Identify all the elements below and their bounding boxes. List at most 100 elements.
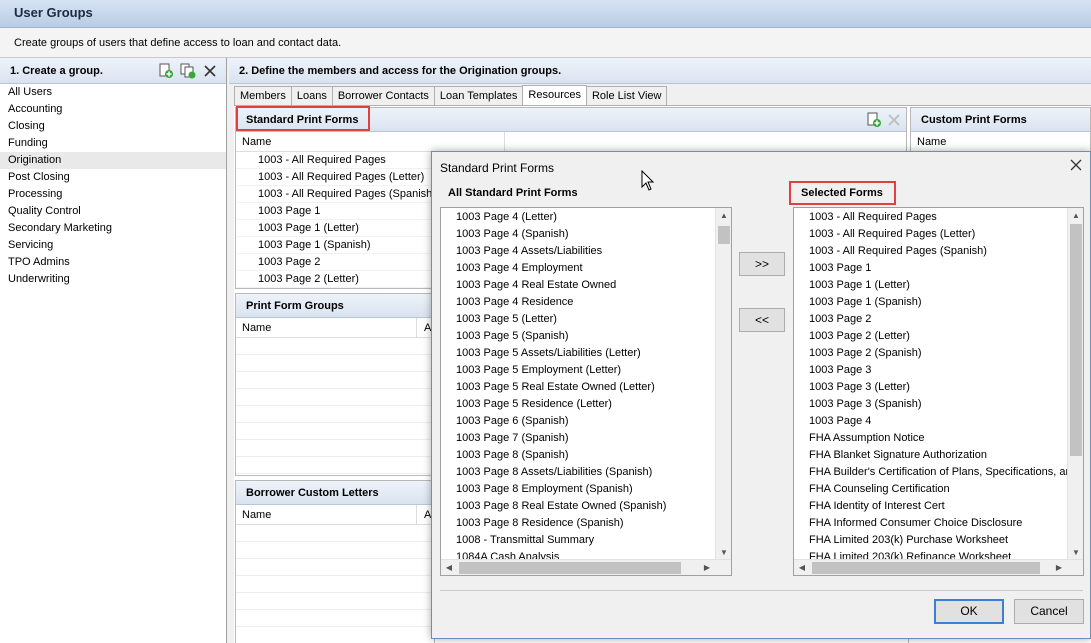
scroll-right-icon[interactable]: ▶ [1051, 560, 1067, 575]
list-item[interactable]: FHA Informed Consumer Choice Disclosure [794, 515, 1083, 532]
column-name: Name [242, 322, 272, 334]
list-item[interactable]: 1003 Page 4 (Spanish) [441, 226, 731, 243]
group-list-item[interactable]: Closing [0, 118, 226, 135]
all-forms-listbox[interactable]: 1003 Page 4 (Letter) 1003 Page 4 (Spanish… [440, 207, 732, 576]
scroll-thumb[interactable] [459, 562, 681, 574]
group-list-item[interactable]: Underwriting [0, 271, 226, 288]
standard-print-forms-column-header[interactable]: Name [236, 132, 906, 152]
close-icon[interactable] [1068, 157, 1084, 173]
tab-loans[interactable]: Loans [290, 86, 333, 105]
scroll-thumb[interactable] [812, 562, 1040, 574]
add-button[interactable]: >> [739, 252, 785, 276]
list-item[interactable]: 1003 Page 1 (Letter) [794, 277, 1083, 294]
remove-button[interactable]: << [739, 308, 785, 332]
vertical-scrollbar[interactable]: ▲ ▼ [715, 208, 731, 561]
list-item[interactable]: 1003 Page 3 (Letter) [794, 379, 1083, 396]
list-item[interactable]: 1003 Page 2 (Spanish) [794, 345, 1083, 362]
scroll-up-icon[interactable]: ▲ [716, 208, 731, 224]
copy-group-icon[interactable] [180, 63, 196, 79]
description-text: Create groups of users that define acces… [14, 37, 342, 49]
add-form-icon[interactable] [866, 112, 882, 128]
list-item[interactable]: 1003 Page 4 Assets/Liabilities [441, 243, 731, 260]
list-item[interactable]: 1003 Page 4 (Letter) [441, 209, 731, 226]
remove-form-icon[interactable] [886, 112, 902, 128]
list-item[interactable]: 1003 Page 5 Real Estate Owned (Letter) [441, 379, 731, 396]
list-item[interactable]: 1003 Page 8 Employment (Spanish) [441, 481, 731, 498]
window-title: User Groups [14, 5, 93, 20]
ok-button[interactable]: OK [934, 599, 1004, 624]
list-item[interactable]: FHA Assumption Notice [794, 430, 1083, 447]
list-item[interactable]: 1008 - Transmittal Summary [441, 532, 731, 549]
list-item[interactable]: 1003 Page 8 Real Estate Owned (Spanish) [441, 498, 731, 515]
list-item[interactable]: 1003 Page 5 (Letter) [441, 311, 731, 328]
list-item[interactable]: 1003 Page 5 Residence (Letter) [441, 396, 731, 413]
group-list-item[interactable]: Servicing [0, 237, 226, 254]
print-form-groups-column-header[interactable]: Name A [236, 318, 434, 338]
scroll-thumb[interactable] [718, 226, 730, 244]
horizontal-scrollbar[interactable]: ◀ ▶ [441, 559, 731, 575]
detail-panel-header: 2. Define the members and access for the… [229, 58, 1091, 84]
group-list-item[interactable]: Accounting [0, 101, 226, 118]
borrower-custom-letters-grid [236, 525, 434, 643]
list-item[interactable]: 1003 Page 8 Assets/Liabilities (Spanish) [441, 464, 731, 481]
list-item[interactable]: 1003 Page 6 (Spanish) [441, 413, 731, 430]
group-list-item[interactable]: TPO Admins [0, 254, 226, 271]
scroll-left-icon[interactable]: ◀ [794, 560, 810, 575]
list-item[interactable]: 1003 Page 5 (Spanish) [441, 328, 731, 345]
cancel-button[interactable]: Cancel [1014, 599, 1084, 624]
list-item[interactable]: 1003 - All Required Pages (Letter) [794, 226, 1083, 243]
new-group-icon[interactable] [158, 63, 174, 79]
group-list-item[interactable]: Quality Control [0, 203, 226, 220]
list-item[interactable]: 1003 - All Required Pages [794, 209, 1083, 226]
list-item[interactable]: 1003 Page 8 Residence (Spanish) [441, 515, 731, 532]
list-item[interactable]: 1003 Page 4 [794, 413, 1083, 430]
list-item[interactable]: 1003 Page 3 (Spanish) [794, 396, 1083, 413]
group-panel: 1. Create a group. All Users Accounting Cl… [0, 58, 227, 643]
list-item[interactable]: 1003 Page 7 (Spanish) [441, 430, 731, 447]
list-item[interactable]: 1003 Page 4 Employment [441, 260, 731, 277]
list-item[interactable]: 1003 Page 4 Residence [441, 294, 731, 311]
list-item[interactable]: FHA Blanket Signature Authorization [794, 447, 1083, 464]
tab-borrower-contacts[interactable]: Borrower Contacts [331, 86, 435, 105]
list-item[interactable]: 1003 Page 5 Assets/Liabilities (Letter) [441, 345, 731, 362]
list-item[interactable]: 1003 Page 3 [794, 362, 1083, 379]
group-list-item[interactable]: Secondary Marketing [0, 220, 226, 237]
highlight-box [789, 181, 896, 205]
selected-forms-listbox[interactable]: 1003 - All Required Pages 1003 - All Requ… [793, 207, 1084, 576]
horizontal-scrollbar[interactable]: ◀ ▶ [794, 559, 1083, 575]
list-item[interactable]: FHA Limited 203(k) Purchase Worksheet [794, 532, 1083, 549]
group-list: All Users Accounting Closing Funding Origina… [0, 84, 226, 288]
column-name: Name [242, 509, 272, 521]
list-item[interactable]: FHA Identity of Interest Cert [794, 498, 1083, 515]
tab-members[interactable]: Members [234, 86, 292, 105]
list-item[interactable]: 1003 Page 1 [794, 260, 1083, 277]
group-list-item[interactable]: Post Closing [0, 169, 226, 186]
scroll-right-icon[interactable]: ▶ [699, 560, 715, 575]
tab-role-list-view[interactable]: Role List View [585, 86, 668, 105]
scroll-up-icon[interactable]: ▲ [1068, 208, 1083, 224]
group-list-item[interactable]: Funding [0, 135, 226, 152]
list-item[interactable]: FHA Counseling Certification [794, 481, 1083, 498]
group-list-item[interactable]: Origination [0, 152, 226, 169]
group-panel-title: 1. Create a group. [10, 65, 103, 77]
list-item[interactable]: 1003 Page 1 (Spanish) [794, 294, 1083, 311]
delete-icon[interactable] [202, 63, 218, 79]
list-item[interactable]: 1003 Page 2 (Letter) [794, 328, 1083, 345]
vertical-scrollbar[interactable]: ▲ ▼ [1067, 208, 1083, 561]
scroll-thumb[interactable] [1070, 224, 1082, 456]
list-item[interactable]: 1003 Page 5 Employment (Letter) [441, 362, 731, 379]
list-item[interactable]: 1003 Page 2 [794, 311, 1083, 328]
group-list-item[interactable]: Processing [0, 186, 226, 203]
list-item[interactable]: FHA Builder's Certification of Plans, Sp… [794, 464, 1083, 481]
scroll-left-icon[interactable]: ◀ [441, 560, 457, 575]
print-form-groups-header: Print Form Groups [236, 294, 434, 318]
list-item[interactable]: 1003 Page 8 (Spanish) [441, 447, 731, 464]
group-list-item[interactable]: All Users [0, 84, 226, 101]
list-item[interactable]: 1003 Page 4 Real Estate Owned [441, 277, 731, 294]
list-item[interactable]: 1003 - All Required Pages (Spanish) [794, 243, 1083, 260]
borrower-custom-letters-column-header[interactable]: Name A [236, 505, 434, 525]
custom-print-forms-column-header[interactable]: Name [911, 132, 1090, 152]
tab-loan-templates[interactable]: Loan Templates [433, 86, 524, 105]
tab-resources[interactable]: Resources [522, 85, 587, 105]
borrower-custom-letters-header: Borrower Custom Letters [236, 481, 434, 505]
